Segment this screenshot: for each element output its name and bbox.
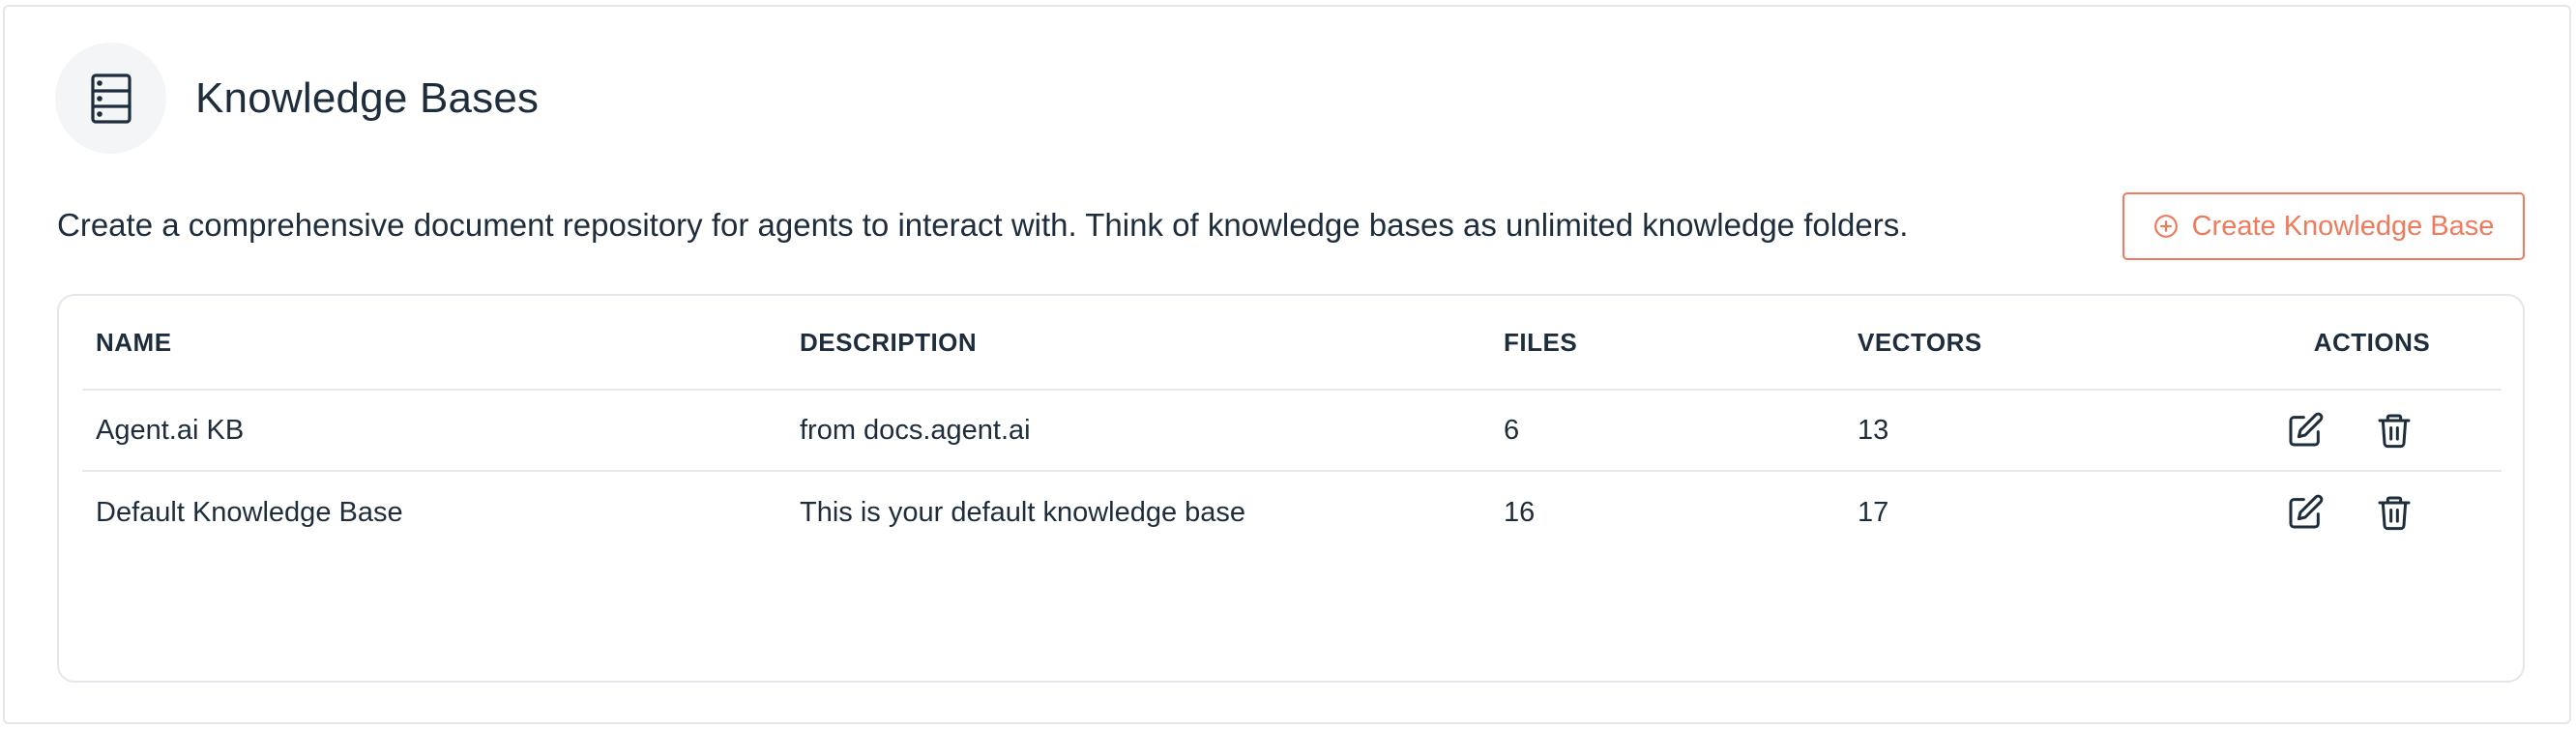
row-files: 16	[1504, 496, 1536, 528]
trash-icon[interactable]	[2374, 492, 2415, 533]
create-knowledge-base-label: Create Knowledge Base	[2191, 210, 2495, 242]
column-header-vectors: VECTORS	[1858, 327, 1982, 357]
trash-icon[interactable]	[2374, 410, 2415, 451]
edit-icon[interactable]	[2285, 492, 2326, 533]
table-row: Agent.ai KB from docs.agent.ai 6 13	[82, 391, 2502, 472]
row-actions	[2285, 472, 2415, 553]
column-header-description: DESCRIPTION	[800, 327, 978, 357]
row-vectors: 13	[1858, 414, 1889, 446]
page-description: Create a comprehensive document reposito…	[57, 207, 1909, 243]
row-vectors: 17	[1858, 496, 1889, 528]
plus-circle-icon	[2153, 214, 2179, 239]
column-header-actions: ACTIONS	[2313, 327, 2431, 357]
edit-icon[interactable]	[2285, 410, 2326, 451]
create-knowledge-base-button[interactable]: Create Knowledge Base	[2122, 192, 2525, 260]
table-row: Default Knowledge Base This is your defa…	[82, 472, 2502, 553]
column-header-name: NAME	[96, 327, 172, 357]
server-stack-icon	[55, 43, 166, 154]
row-files: 6	[1504, 414, 1520, 446]
row-actions	[2285, 391, 2415, 470]
page-title: Knowledge Bases	[195, 73, 540, 122]
knowledge-bases-table: NAME DESCRIPTION FILES VECTORS ACTIONS A…	[57, 294, 2525, 683]
knowledge-bases-card: Knowledge Bases Create a comprehensive d…	[3, 5, 2571, 724]
row-description: from docs.agent.ai	[800, 414, 1031, 446]
page-header: Knowledge Bases	[55, 43, 539, 154]
table-header: NAME DESCRIPTION FILES VECTORS ACTIONS	[82, 296, 2502, 391]
column-header-files: FILES	[1504, 327, 1578, 357]
row-name: Default Knowledge Base	[96, 496, 403, 528]
row-name: Agent.ai KB	[96, 414, 245, 446]
row-description: This is your default knowledge base	[800, 496, 1246, 528]
